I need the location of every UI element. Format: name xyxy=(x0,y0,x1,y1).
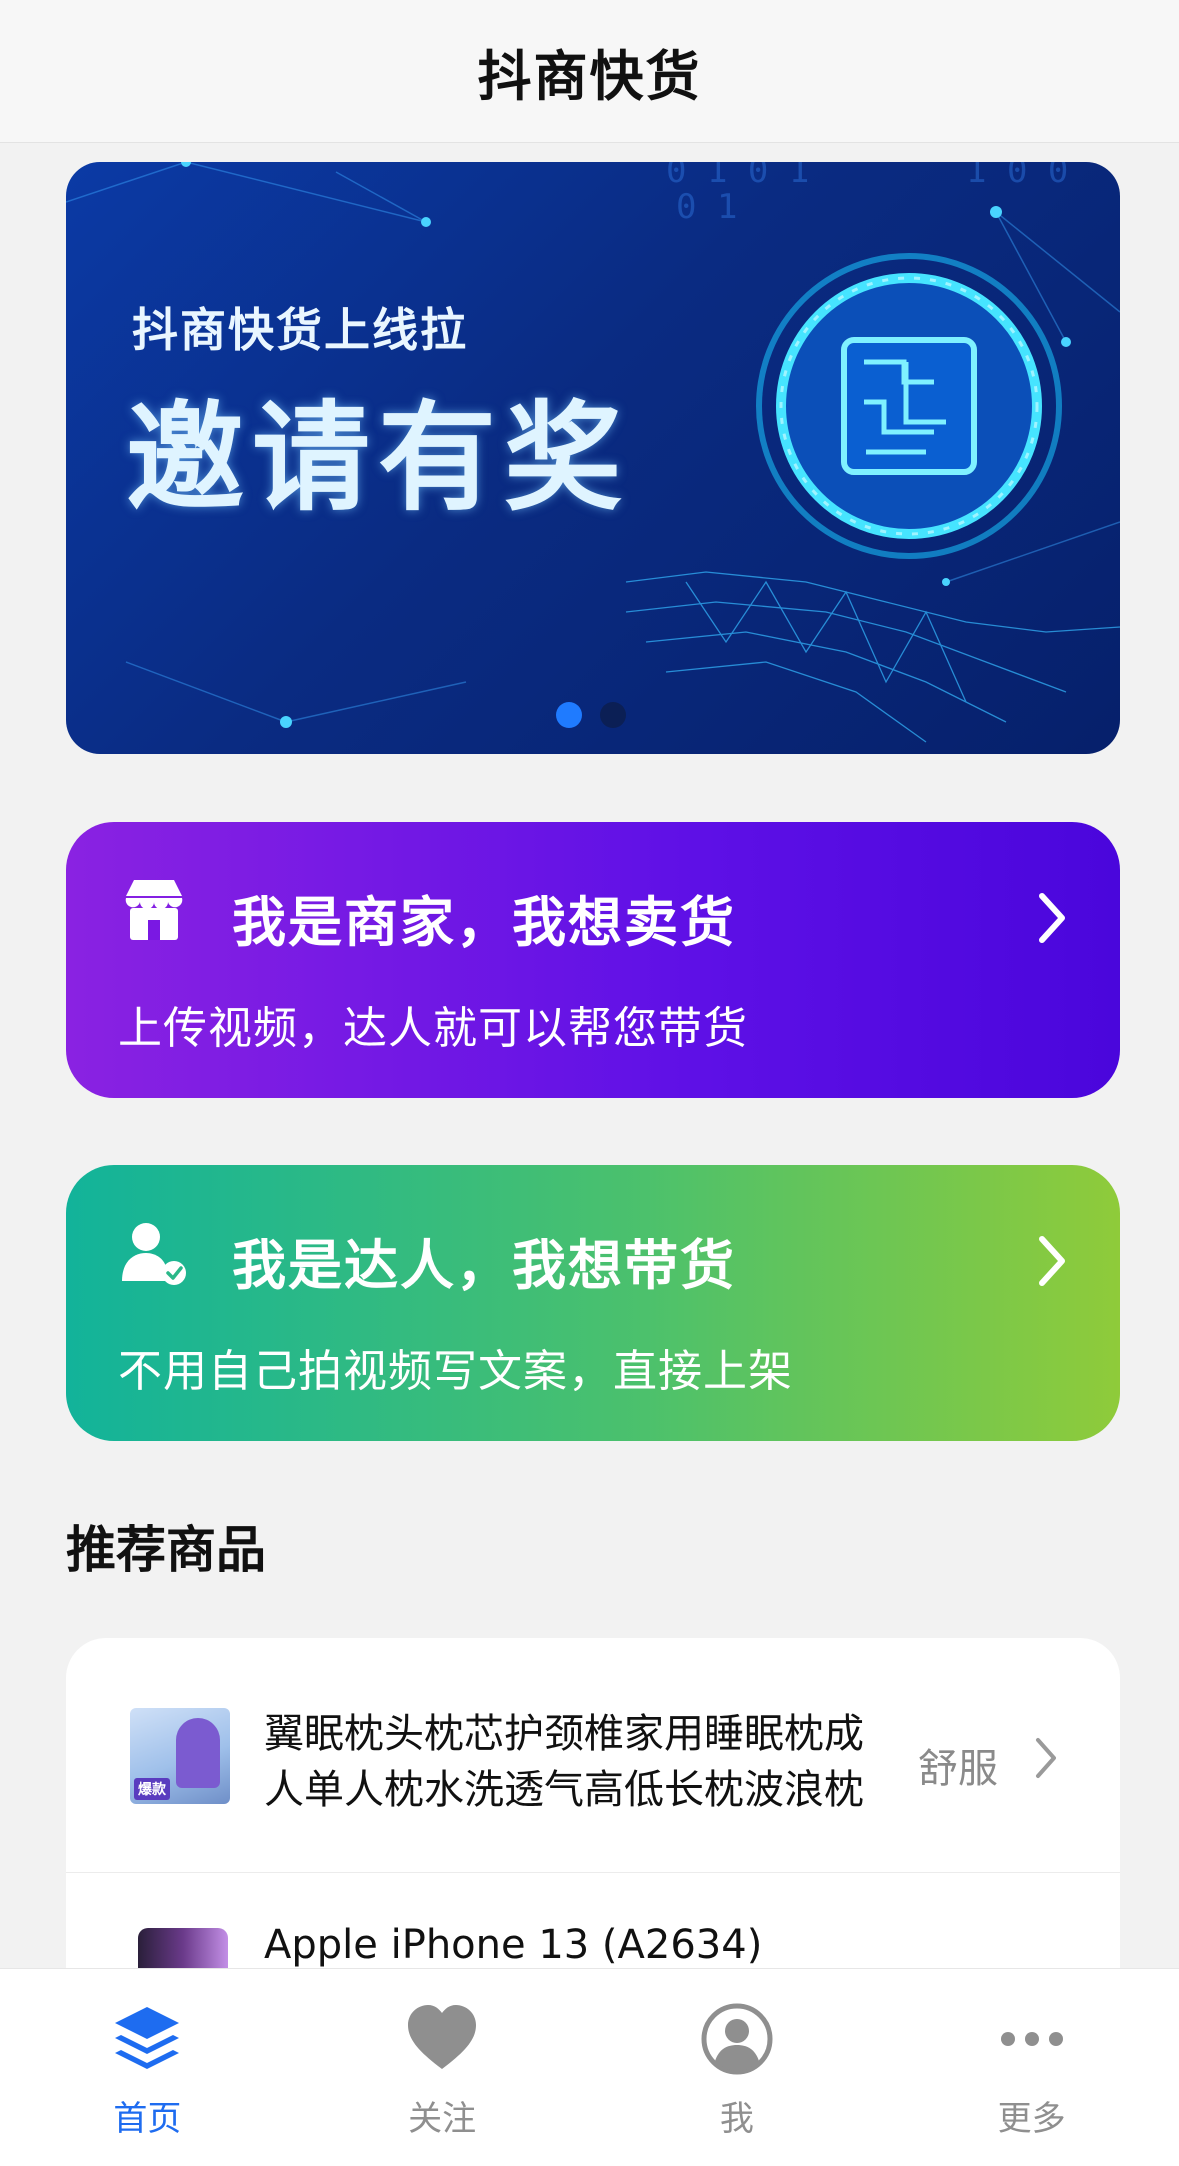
product-row[interactable]: 爆款 翼眠枕头枕芯护颈椎家用睡眠枕成人单人枕水洗透气高低长枕波浪枕 舒服 xyxy=(66,1638,1120,1873)
svg-text:0 1: 0 1 xyxy=(676,187,737,227)
banner-subtitle: 抖商快货上线拉 xyxy=(132,303,468,357)
user-check-icon xyxy=(122,1223,186,1285)
product-title[interactable]: Apple iPhone 13 (A2634) xyxy=(264,1922,762,1968)
tab-label: 关注 xyxy=(408,2099,477,2139)
svg-text:1 0 0: 1 0 0 xyxy=(966,162,1068,191)
merchant-card-subtitle: 上传视频，达人就可以帮您带货 xyxy=(118,1003,748,1054)
product-tag: 舒服 xyxy=(918,1746,998,1792)
store-icon xyxy=(125,880,183,940)
promo-banner[interactable]: 0 1 0 1 0 1 1 0 0 抖商快货上线拉 邀请有奖 xyxy=(66,162,1120,754)
top-nav-bar: 抖商快货 xyxy=(0,0,1179,143)
tab-label: 更多 xyxy=(997,2099,1066,2139)
tab-label: 首页 xyxy=(113,2099,182,2139)
merchant-card-title: 我是商家，我想卖货 xyxy=(232,891,736,954)
product-image-figure xyxy=(176,1718,220,1788)
carousel-dot[interactable] xyxy=(600,702,626,728)
banner-headline: 邀请有奖 xyxy=(126,389,631,527)
layers-icon xyxy=(115,2007,180,2069)
product-thumbnail: 爆款 xyxy=(130,1708,230,1804)
product-title: 翼眠枕头枕芯护颈椎家用睡眠枕成人单人枕水洗透气高低长枕波浪枕 xyxy=(264,1711,864,1813)
chevron-right-icon xyxy=(1039,893,1065,943)
talent-entry-card[interactable]: 我是达人，我想带货 不用自己拍视频写文案，直接上架 xyxy=(66,1165,1120,1441)
chevron-right-icon xyxy=(1036,1738,1056,1778)
tab-follow[interactable]: 关注 xyxy=(342,1969,542,2140)
chevron-right-icon xyxy=(1039,1236,1065,1286)
more-icon xyxy=(1000,2032,1063,2046)
heart-icon xyxy=(408,2005,477,2069)
product-badge: 爆款 xyxy=(134,1778,170,1800)
profile-icon xyxy=(701,2003,773,2075)
tab-more[interactable]: 更多 xyxy=(932,1969,1132,2140)
tab-home[interactable]: 首页 xyxy=(47,1969,247,2140)
product-list: 爆款 翼眠枕头枕芯护颈椎家用睡眠枕成人单人枕水洗透气高低长枕波浪枕 舒服 App… xyxy=(66,1638,1120,2018)
recommend-section-title: 推荐商品 xyxy=(66,1521,266,1579)
tab-me[interactable]: 我 xyxy=(637,1969,837,2140)
carousel-dot-active[interactable] xyxy=(556,702,582,728)
tab-label: 我 xyxy=(719,2099,754,2139)
merchant-entry-card[interactable]: 我是商家，我想卖货 上传视频，达人就可以帮您带货 xyxy=(66,822,1120,1098)
bottom-tab-bar: 首页 关注 我 更多 xyxy=(0,1968,1179,2166)
carousel-indicator xyxy=(556,702,626,728)
talent-card-subtitle: 不用自己拍视频写文案，直接上架 xyxy=(118,1346,793,1397)
page-title: 抖商快货 xyxy=(477,44,702,108)
talent-card-title: 我是达人，我想带货 xyxy=(232,1234,736,1297)
